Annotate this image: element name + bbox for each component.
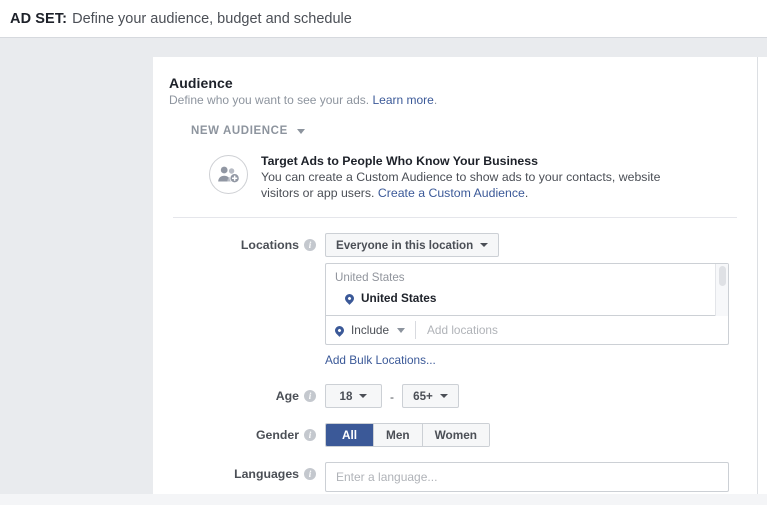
- gender-label-text: Gender: [255, 428, 299, 442]
- info-icon[interactable]: i: [304, 239, 316, 251]
- audience-subtitle-text: Define who you want to see your ads.: [169, 93, 370, 107]
- locations-box: United States United States Include: [325, 263, 729, 345]
- age-label: Age i: [169, 384, 325, 403]
- gender-label: Gender i: [169, 423, 325, 442]
- age-min-value: 18: [339, 389, 353, 403]
- ad-set-header-prefix: AD SET:: [10, 10, 68, 27]
- location-scope-label: Everyone in this location: [336, 238, 474, 252]
- learn-more-link[interactable]: Learn more: [372, 93, 433, 107]
- map-pin-icon: [333, 323, 346, 337]
- location-group-header: United States: [335, 271, 405, 284]
- map-pin-icon: [343, 291, 356, 305]
- audience-subtitle-period: .: [433, 93, 438, 107]
- right-divider: [757, 57, 758, 494]
- info-icon[interactable]: i: [304, 468, 316, 480]
- audience-card: Audience Define who you want to see your…: [153, 57, 757, 494]
- locations-row: Locations i Everyone in this location Un…: [169, 233, 741, 369]
- audience-subtitle: Define who you want to see your ads. Lea…: [169, 93, 741, 107]
- ad-set-header-title: Define your audience, budget and schedul…: [72, 10, 352, 27]
- chevron-down-icon: [439, 394, 448, 398]
- locations-label-text: Locations: [240, 238, 299, 252]
- add-locations-input[interactable]: [416, 322, 728, 338]
- languages-label-text: Languages: [234, 467, 299, 481]
- age-label-text: Age: [275, 389, 299, 403]
- location-name: United States: [361, 291, 437, 305]
- list-item[interactable]: United States: [343, 291, 728, 305]
- languages-row: Languages i: [169, 462, 741, 492]
- age-row: Age i 18 - 65+: [169, 384, 741, 408]
- gender-option-all[interactable]: All: [326, 424, 374, 446]
- location-scope-dropdown[interactable]: Everyone in this location: [325, 233, 500, 257]
- gender-option-men[interactable]: Men: [374, 424, 423, 446]
- locations-scrollbar-thumb[interactable]: [719, 266, 726, 286]
- age-separator: -: [390, 390, 394, 404]
- gender-option-women[interactable]: Women: [422, 424, 489, 446]
- ad-set-header: AD SET: Define your audience, budget and…: [0, 0, 767, 38]
- age-min-dropdown[interactable]: 18: [325, 384, 382, 408]
- chevron-down-icon: [480, 243, 489, 247]
- chevron-down-icon: [296, 128, 305, 134]
- page-title: Audience: [169, 75, 233, 91]
- age-max-dropdown[interactable]: 65+: [402, 384, 459, 408]
- gender-segmented-control: All Men Women: [325, 423, 490, 447]
- promo-body: You can create a Custom Audience to show…: [261, 169, 701, 201]
- age-field: 18 - 65+: [325, 384, 741, 408]
- section-divider: [173, 217, 737, 218]
- promo-body-period: .: [524, 186, 529, 200]
- create-custom-audience-link[interactable]: Create a Custom Audience: [378, 186, 525, 200]
- saved-audience-label: NEW AUDIENCE: [191, 125, 288, 137]
- locations-label: Locations i: [169, 233, 325, 252]
- saved-audience-dropdown[interactable]: NEW AUDIENCE: [191, 125, 741, 137]
- locations-scrollbar[interactable]: [715, 264, 728, 316]
- languages-label: Languages i: [169, 462, 325, 481]
- languages-field: [325, 462, 741, 492]
- info-icon[interactable]: i: [304, 390, 316, 402]
- info-icon[interactable]: i: [304, 429, 316, 441]
- chevron-down-icon: [359, 394, 368, 398]
- include-label: Include: [351, 323, 390, 337]
- age-max-value: 65+: [413, 389, 433, 403]
- selected-locations-list: United States United States: [326, 264, 728, 316]
- languages-input[interactable]: [325, 462, 729, 492]
- promo-text: Target Ads to People Who Know Your Busin…: [261, 154, 701, 201]
- locations-input-row: Include: [326, 316, 728, 344]
- custom-audience-promo: Target Ads to People Who Know Your Busin…: [209, 154, 741, 201]
- chevron-down-icon: [397, 327, 406, 333]
- locations-field: Everyone in this location United States …: [325, 233, 741, 369]
- bottom-strip: [0, 494, 767, 505]
- include-exclude-dropdown[interactable]: Include: [333, 321, 417, 339]
- promo-title: Target Ads to People Who Know Your Busin…: [261, 154, 538, 168]
- page-body: Audience Define who you want to see your…: [0, 38, 767, 505]
- gender-field: All Men Women: [325, 423, 741, 447]
- gender-row: Gender i All Men Women: [169, 423, 741, 447]
- add-bulk-locations-link[interactable]: Add Bulk Locations...: [325, 353, 436, 367]
- left-gray-rail: [0, 38, 153, 494]
- add-users-icon: [209, 155, 248, 194]
